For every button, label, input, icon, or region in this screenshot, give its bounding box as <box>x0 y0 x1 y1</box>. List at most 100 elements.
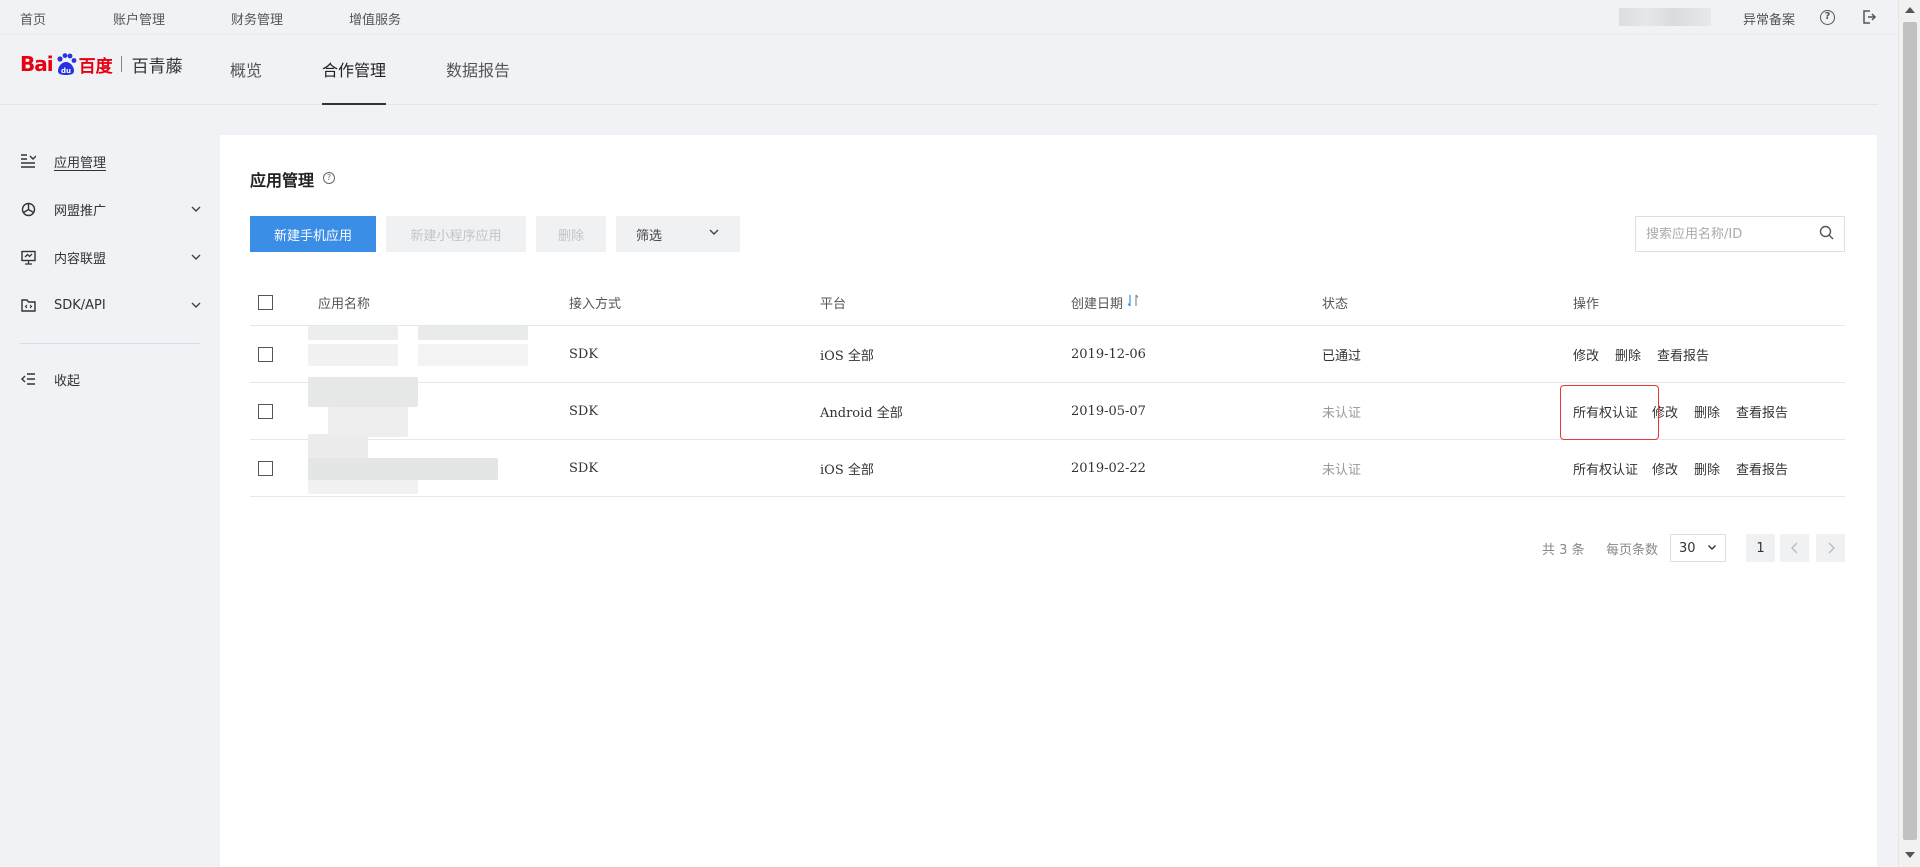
scroll-down-arrow[interactable] <box>1905 852 1915 858</box>
view-report-link[interactable]: 查看报告 <box>1736 402 1788 421</box>
row-checkbox[interactable] <box>258 460 273 476</box>
filter-label: 筛选 <box>636 228 663 244</box>
new-mobile-app-button[interactable]: 新建手机应用 <box>250 216 376 252</box>
table-header: 应用名称 接入方式 平台 创建日期 状态 操作 <box>250 280 1845 326</box>
status-badge: 未认证 <box>1322 462 1362 478</box>
tab-data-report[interactable]: 数据报告 <box>446 57 510 81</box>
collapse-icon <box>20 371 36 387</box>
sidebar-collapse-button[interactable]: 收起 <box>20 369 202 389</box>
table-row: SDK iOS 全部 2019-02-22 未认证 所有权认证 修改 删除 查看… <box>250 434 1845 497</box>
top-utility-bar: 首页 账户管理 财务管理 增值服务 异常备案 ? <box>0 0 1898 35</box>
next-page-button[interactable] <box>1816 534 1845 562</box>
search-box <box>1635 216 1845 252</box>
sidebar-item-label: 应用管理 <box>54 155 107 171</box>
chevron-down-icon[interactable] <box>190 299 202 311</box>
row-actions: 所有权认证 修改 删除 查看报告 <box>1573 440 1804 496</box>
column-header-actions: 操作 <box>1573 297 1600 312</box>
access-method: SDK <box>569 460 599 476</box>
sidebar-item-app-management[interactable]: 应用管理 <box>20 151 202 171</box>
svg-text:du: du <box>61 67 71 75</box>
delete-link[interactable]: 删除 <box>1694 402 1720 421</box>
chevron-down-icon[interactable] <box>190 251 202 263</box>
list-icon <box>20 153 36 169</box>
folder-icon <box>20 297 36 313</box>
view-report-link[interactable]: 查看报告 <box>1736 459 1788 478</box>
app-name-blurred <box>308 434 528 494</box>
view-report-link[interactable]: 查看报告 <box>1657 345 1709 364</box>
topbar-link-home[interactable]: 首页 <box>20 9 46 28</box>
page-title: 应用管理 <box>250 171 315 190</box>
search-icon[interactable] <box>1819 225 1834 244</box>
platform: iOS 全部 <box>820 348 874 364</box>
topbar-link-value-added[interactable]: 增值服务 <box>349 9 401 28</box>
tab-overview[interactable]: 概览 <box>230 57 262 81</box>
product-name: 百青藤 <box>131 56 183 77</box>
search-input[interactable] <box>1646 226 1819 242</box>
column-header-app-name: 应用名称 <box>318 297 371 312</box>
row-checkbox[interactable] <box>258 346 273 362</box>
chevron-down-icon[interactable] <box>190 203 202 215</box>
access-method: SDK <box>569 346 599 362</box>
sidebar-item-network-promotion[interactable]: 网盟推广 <box>20 199 202 219</box>
collapse-label: 收起 <box>54 373 81 389</box>
platform: Android 全部 <box>820 405 903 421</box>
help-icon[interactable]: ? <box>323 172 335 184</box>
column-header-platform: 平台 <box>820 297 847 312</box>
edit-link[interactable]: 修改 <box>1652 459 1678 478</box>
table-row: SDK Android 全部 2019-05-07 未认证 所有权认证 修改 删… <box>250 377 1845 440</box>
topbar-link-finance[interactable]: 财务管理 <box>231 9 283 28</box>
app-name-blurred <box>308 377 528 437</box>
status-badge: 已通过 <box>1322 348 1362 364</box>
sidebar-item-label: 内容联盟 <box>54 251 107 267</box>
column-header-access-method: 接入方式 <box>569 297 622 312</box>
delete-link[interactable]: 删除 <box>1694 459 1720 478</box>
monitor-icon <box>20 249 36 265</box>
total-count: 共 3 条 <box>1542 542 1585 558</box>
logo-separator <box>120 56 122 72</box>
ownership-verify-link[interactable]: 所有权认证 <box>1573 459 1638 478</box>
scrollbar-thumb[interactable] <box>1903 22 1917 840</box>
sidebar-item-sdk-api[interactable]: SDK/API <box>20 295 202 315</box>
username-blurred <box>1619 8 1711 26</box>
edit-link[interactable]: 修改 <box>1573 345 1599 364</box>
topbar-link-account[interactable]: 账户管理 <box>113 9 165 28</box>
create-date: 2019-05-07 <box>1071 403 1146 419</box>
highlight-annotation-box <box>1560 385 1659 440</box>
logout-icon[interactable] <box>1861 9 1877 29</box>
new-mini-program-button[interactable]: 新建小程序应用 <box>386 216 526 252</box>
row-checkbox[interactable] <box>258 403 273 419</box>
sort-icon[interactable] <box>1127 294 1139 311</box>
status-badge: 未认证 <box>1322 405 1362 421</box>
page-size-label: 每页条数 <box>1606 542 1659 558</box>
delete-button[interactable]: 删除 <box>536 216 606 252</box>
select-all-checkbox[interactable] <box>258 295 273 310</box>
tab-cooperation-management[interactable]: 合作管理 <box>322 57 386 81</box>
page-number-button[interactable]: 1 <box>1746 534 1775 562</box>
page-scrollbar[interactable] <box>1898 0 1920 867</box>
page-size-select[interactable]: 30 <box>1670 534 1726 562</box>
logo-cn-text: 百度 <box>78 56 113 77</box>
active-tab-indicator <box>322 103 386 105</box>
sidebar-item-label: SDK/API <box>54 297 106 313</box>
table-row: SDK iOS 全部 2019-12-06 已通过 修改 删除 查看报告 <box>250 326 1845 383</box>
sidebar-item-content-alliance[interactable]: 内容联盟 <box>20 247 202 267</box>
anomaly-filing-link[interactable]: 异常备案 <box>1743 9 1795 28</box>
question-circle-icon[interactable]: ? <box>1820 10 1835 25</box>
baidu-paw-icon: du <box>54 52 78 76</box>
sidebar-divider <box>20 343 200 344</box>
access-method: SDK <box>569 403 599 419</box>
create-date: 2019-12-06 <box>1071 346 1146 362</box>
sidebar-item-label: 网盟推广 <box>54 203 107 219</box>
filter-dropdown[interactable]: 筛选 <box>616 216 740 252</box>
chevron-left-icon <box>1790 542 1797 554</box>
prev-page-button[interactable] <box>1780 534 1809 562</box>
chevron-down-icon <box>1707 541 1717 556</box>
column-header-status: 状态 <box>1322 297 1349 312</box>
scroll-up-arrow[interactable] <box>1905 7 1915 13</box>
baidu-logo[interactable]: Bai du 百度 百青藤 <box>20 49 183 79</box>
logo-text: Bai <box>20 52 54 76</box>
delete-link[interactable]: 删除 <box>1615 345 1641 364</box>
row-actions: 修改 删除 查看报告 <box>1573 326 1725 382</box>
column-header-create-date[interactable]: 创建日期 <box>1071 280 1139 325</box>
platform: iOS 全部 <box>820 462 874 478</box>
